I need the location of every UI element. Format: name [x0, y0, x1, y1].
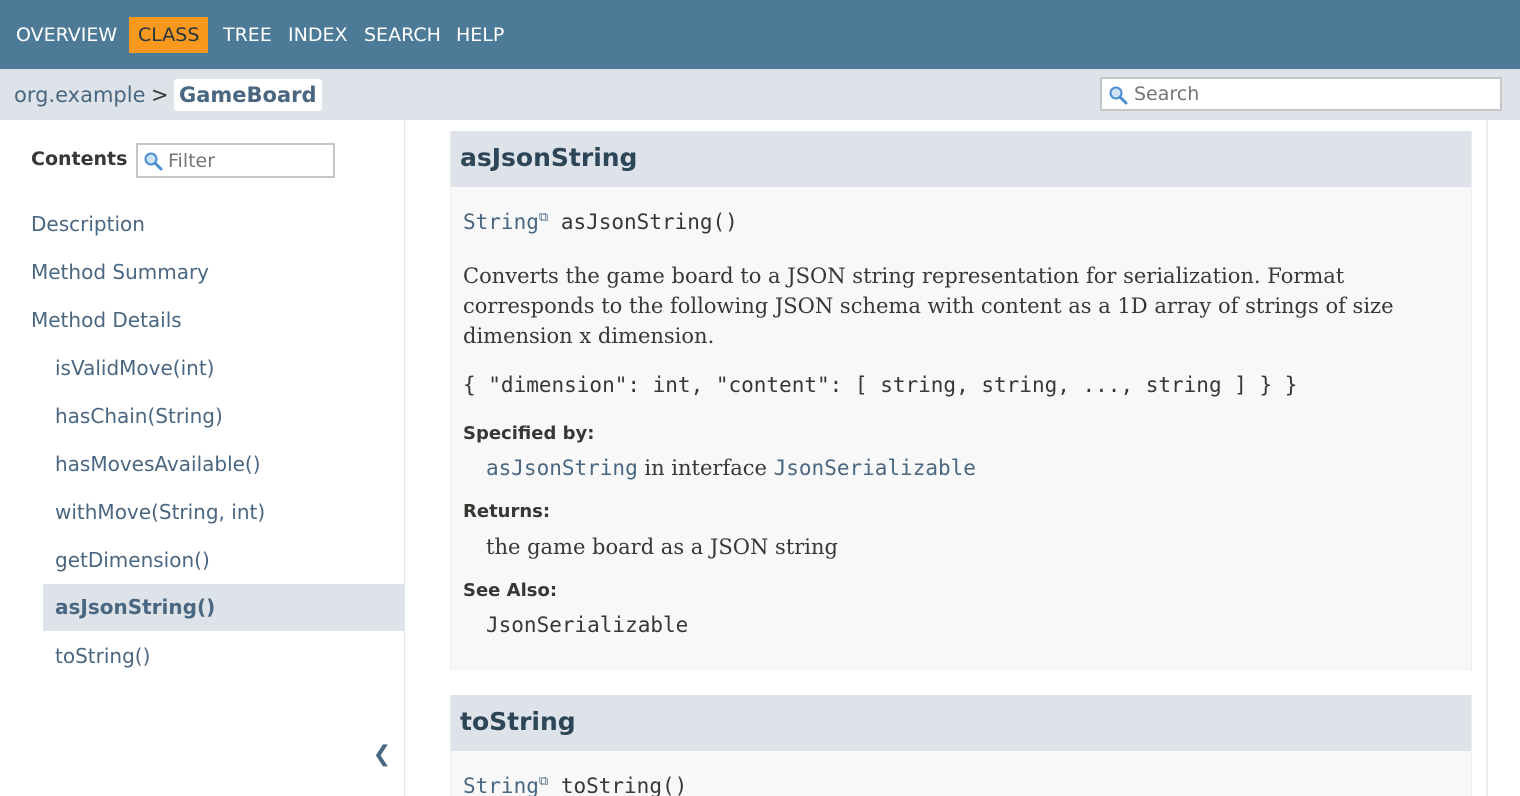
returns-value: the game board as a JSON string [486, 535, 838, 559]
toc-hasmovesavailable[interactable]: hasMovesAvailable() [55, 441, 261, 488]
see-also-label: See Also: [463, 580, 558, 601]
external-link-icon: ⧉ [538, 774, 549, 789]
breadcrumb-current-class[interactable]: GameBoard [174, 79, 322, 111]
scroll-rail [1486, 120, 1488, 796]
nav-help[interactable]: HELP [454, 17, 506, 53]
nav-search[interactable]: SEARCH [362, 17, 443, 53]
interface-link[interactable]: JsonSerializable [774, 456, 976, 480]
breadcrumb-package-link[interactable]: org.example [14, 79, 146, 111]
return-type-link[interactable]: String [463, 774, 539, 796]
search-box[interactable] [1100, 77, 1502, 111]
toc-getdimension[interactable]: getDimension() [55, 537, 210, 584]
nav-index[interactable]: INDEX [286, 17, 349, 53]
top-navigation-bar: OVERVIEW CLASS TREE INDEX SEARCH HELP [0, 0, 1520, 69]
specified-by-value: asJsonString in interface JsonSerializab… [486, 456, 976, 480]
toc-method-summary[interactable]: Method Summary [31, 249, 209, 296]
breadcrumb-separator: > [151, 83, 169, 107]
method-name-heading: toString [460, 707, 576, 736]
method-name-heading: asJsonString [460, 143, 638, 172]
method-description: Converts the game board to a JSON string… [463, 264, 1394, 348]
signature-text: toString() [560, 774, 688, 796]
search-input[interactable] [1102, 79, 1500, 109]
returns-label: Returns: [463, 501, 551, 522]
toc-tostring[interactable]: toString() [55, 633, 150, 680]
filter-search-icon [144, 152, 163, 171]
contents-title: Contents [31, 148, 128, 170]
toc-withmove[interactable]: withMove(String, int) [55, 489, 265, 536]
method-header: asJsonString [451, 131, 1471, 187]
signature-text: asJsonString() [560, 210, 738, 234]
search-icon [1109, 86, 1128, 105]
toc-asjsonstring-active[interactable]: asJsonString() [43, 584, 405, 631]
toc-method-details[interactable]: Method Details [31, 297, 182, 344]
toc-description[interactable]: Description [31, 201, 145, 248]
nav-overview[interactable]: OVERVIEW [14, 17, 119, 53]
main-content: asJsonString String⧉ asJsonString() Conv… [406, 120, 1520, 796]
json-schema-code: { "dimension": int, "content": [ string,… [463, 373, 1298, 397]
external-link-icon: ⧉ [538, 210, 549, 225]
toc-haschain[interactable]: hasChain(String) [55, 393, 223, 440]
method-detail-tostring: toString String⧉ toString() [450, 695, 1472, 796]
specified-method-link[interactable]: asJsonString [486, 456, 638, 480]
nav-tree[interactable]: TREE [221, 17, 274, 53]
return-type-link[interactable]: String [463, 210, 539, 234]
toc-isvalidmove[interactable]: isValidMove(int) [55, 345, 214, 392]
collapse-sidebar-button[interactable]: ❮ [371, 740, 393, 770]
method-signature: String⧉ toString() [463, 774, 687, 796]
method-header: toString [451, 695, 1471, 751]
method-signature: String⧉ asJsonString() [463, 210, 738, 234]
method-detail-asjsonstring: asJsonString String⧉ asJsonString() Conv… [450, 131, 1472, 671]
contents-sidebar: Contents Description Method Summary Meth… [0, 120, 405, 796]
filter-box[interactable] [136, 143, 335, 178]
see-also-link[interactable]: JsonSerializable [486, 613, 688, 637]
filter-input[interactable] [138, 145, 333, 176]
nav-class[interactable]: CLASS [129, 17, 209, 53]
specified-text: in interface [637, 456, 774, 480]
specified-by-label: Specified by: [463, 423, 595, 444]
